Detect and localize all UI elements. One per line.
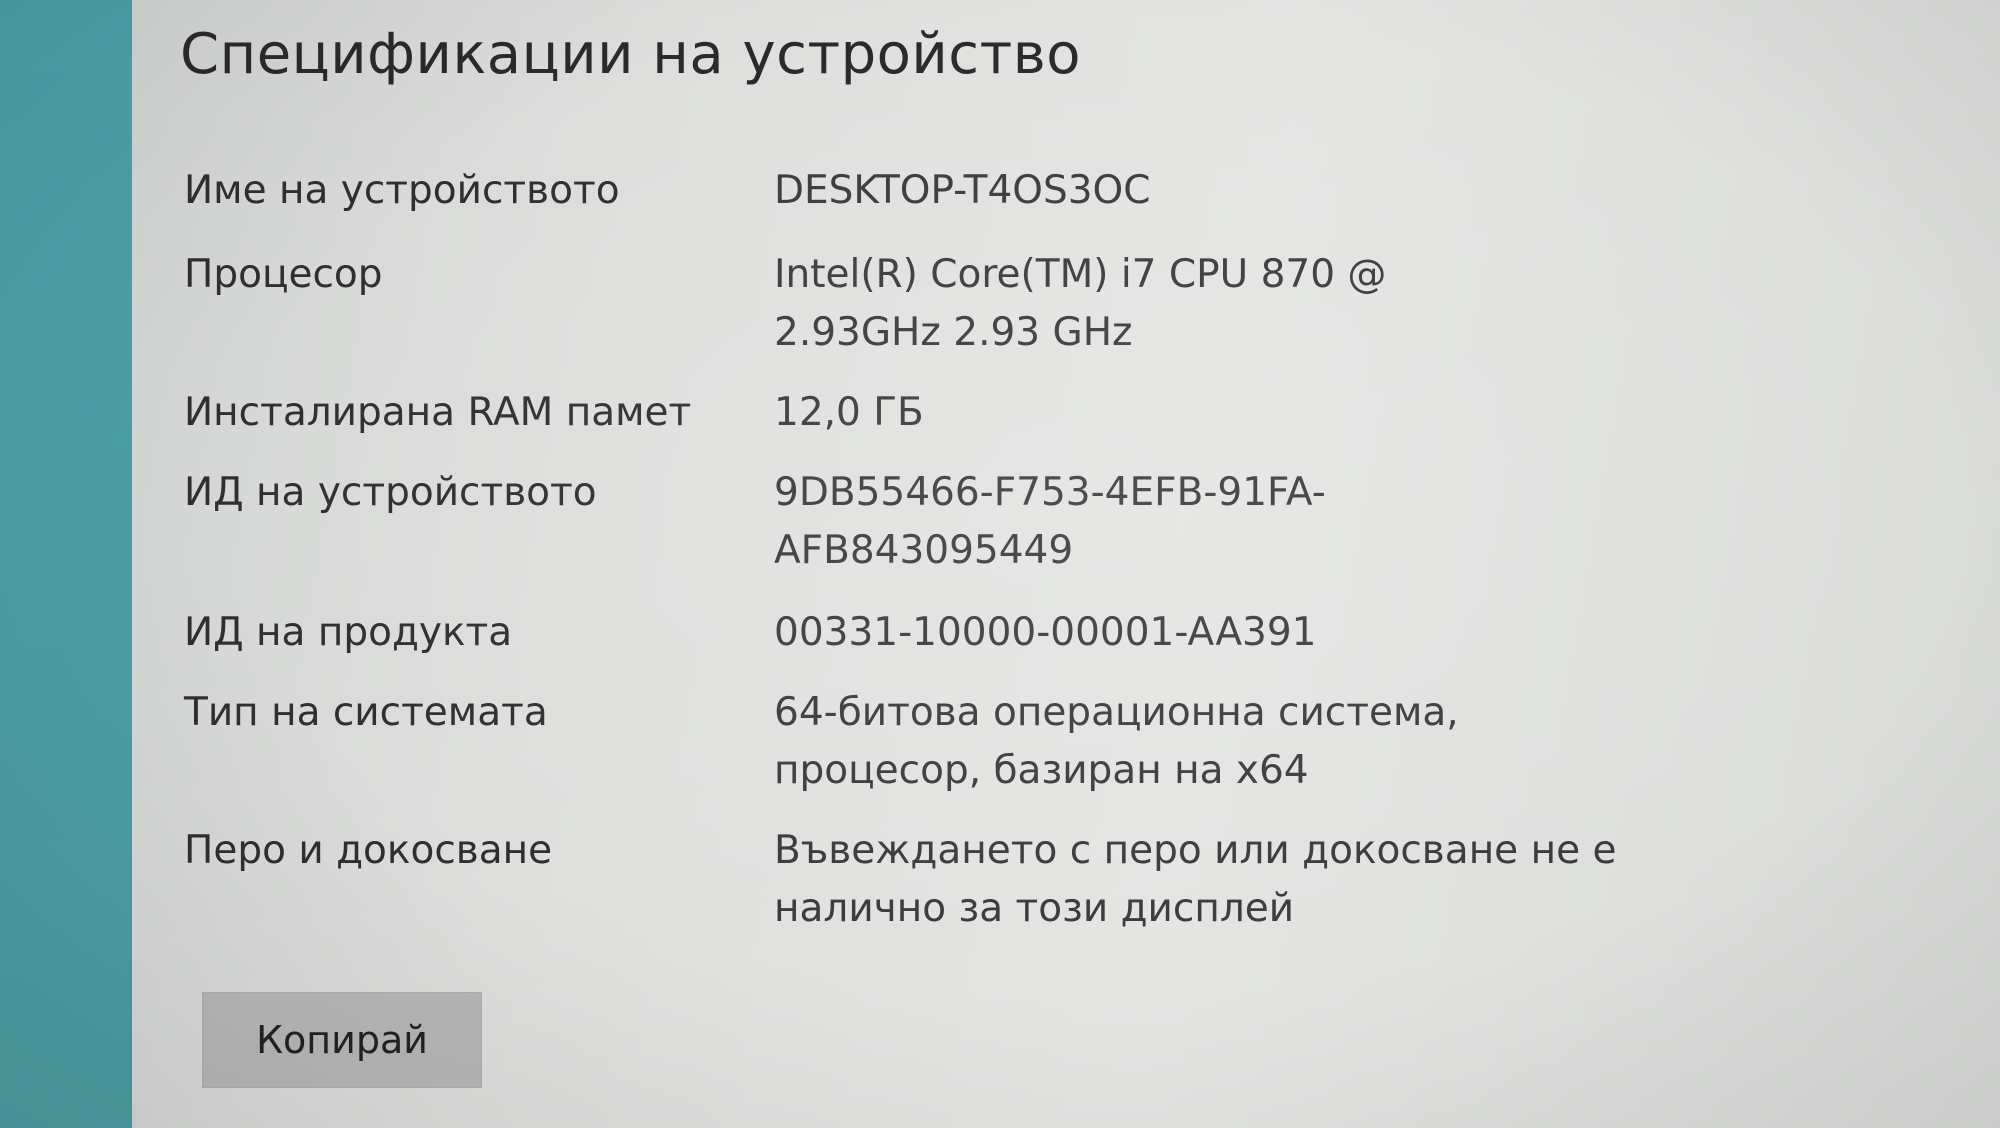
page-title: Спецификации на устройство	[180, 22, 1081, 87]
spec-row-pen-and-touch: Перо и докосване Въвеждането с перо или …	[184, 822, 1684, 962]
device-specs-panel: Спецификации на устройство Име на устрой…	[132, 0, 2000, 1128]
left-accent-strip	[0, 0, 132, 1128]
spec-row-processor: Процесор Intel(R) Core(TM) i7 CPU 870 @ …	[184, 246, 1684, 384]
spec-row-product-id: ИД на продукта 00331-10000-00001-AA391	[184, 604, 1684, 684]
spec-label: Име на устройството	[184, 168, 620, 213]
settings-window: Спецификации на устройство Име на устрой…	[0, 0, 2000, 1128]
copy-button[interactable]: Копирай	[202, 992, 482, 1088]
spec-label: Процесор	[184, 252, 383, 297]
spec-value: Въвеждането с перо или докосване не е на…	[774, 828, 1617, 931]
spec-value: DESKTOP-T4OS3OC	[774, 168, 1151, 213]
spec-label: Перо и докосване	[184, 828, 553, 873]
spec-value: 9DB55466-F753-4EFB-91FA- AFB843095449	[774, 470, 1326, 573]
spec-row-system-type: Тип на системата 64-битова операционна с…	[184, 684, 1684, 822]
spec-value: 00331-10000-00001-AA391	[774, 610, 1317, 655]
spec-value: Intel(R) Core(TM) i7 CPU 870 @ 2.93GHz 2…	[774, 252, 1387, 355]
spec-label: Инсталирана RAM памет	[184, 390, 692, 435]
spec-row-ram: Инсталирана RAM памет 12,0 ГБ	[184, 384, 1684, 464]
spec-label: Тип на системата	[184, 690, 548, 735]
spec-label: ИД на продукта	[184, 610, 513, 655]
spec-value: 12,0 ГБ	[774, 390, 924, 435]
spec-table: Име на устройството DESKTOP-T4OS3OC Проц…	[184, 162, 1684, 962]
spec-row-device-name: Име на устройството DESKTOP-T4OS3OC	[184, 162, 1684, 246]
spec-label: ИД на устройството	[184, 470, 597, 515]
spec-row-device-id: ИД на устройството 9DB55466-F753-4EFB-91…	[184, 464, 1684, 604]
spec-value: 64-битова операционна система, процесор,…	[774, 690, 1459, 793]
